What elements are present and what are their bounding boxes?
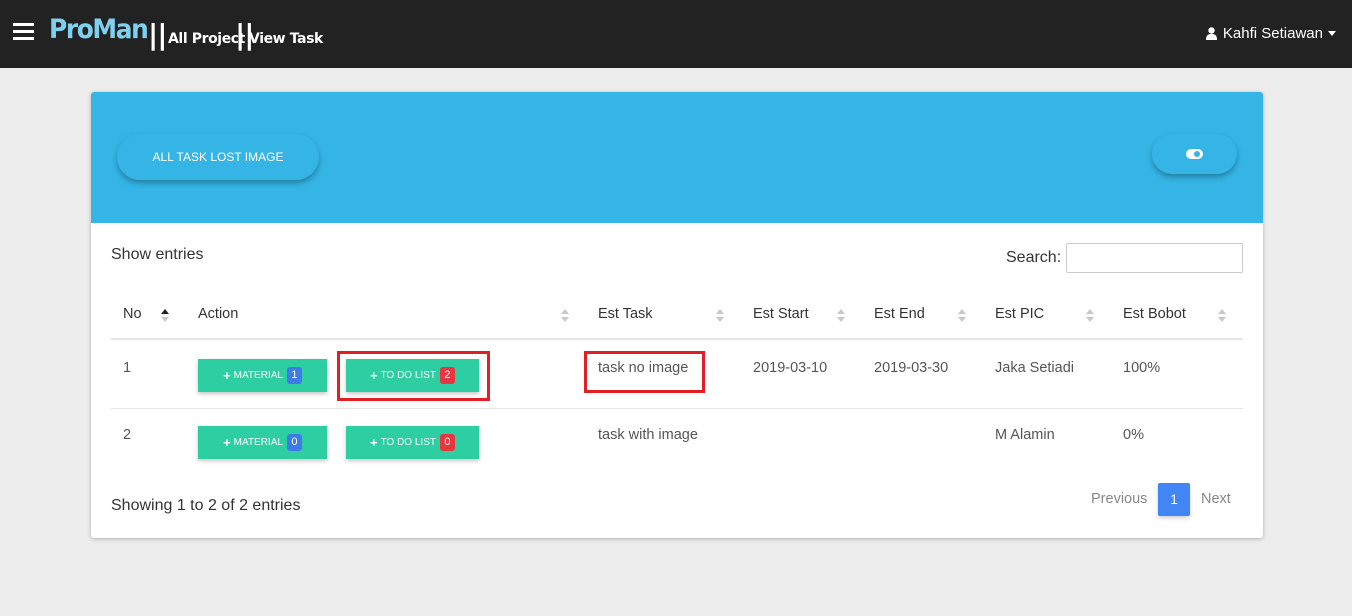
hamburger-menu-icon[interactable] bbox=[13, 23, 34, 43]
task-card: ALL TASK LOST IMAGE Show entries Search:… bbox=[91, 92, 1263, 538]
show-entries-label: Show entries bbox=[111, 246, 204, 263]
brand-logo[interactable]: ProMan bbox=[49, 14, 149, 45]
column-header-action[interactable]: Action bbox=[198, 306, 238, 322]
material-label: MATERIAL bbox=[233, 370, 283, 381]
search-input[interactable] bbox=[1066, 243, 1243, 273]
column-header-est-task[interactable]: Est Task bbox=[598, 306, 653, 322]
cell-no: 2 bbox=[123, 427, 132, 443]
header-divider bbox=[111, 338, 1243, 340]
material-count-badge: 0 bbox=[286, 434, 302, 451]
cell-est-end: 2019-03-30 bbox=[874, 360, 949, 376]
todo-list-label: TO DO LIST bbox=[380, 437, 436, 448]
toggle-on-icon bbox=[1186, 149, 1203, 159]
column-header-no[interactable]: No bbox=[123, 306, 142, 322]
sort-asc-icon[interactable] bbox=[161, 309, 170, 322]
plus-icon: + bbox=[223, 435, 231, 450]
breadcrumb-all-project[interactable]: All Project bbox=[168, 31, 245, 47]
row-divider bbox=[111, 408, 1243, 409]
toggle-button[interactable] bbox=[1152, 134, 1237, 174]
search-label: Search: bbox=[1006, 249, 1062, 266]
column-header-est-bobot[interactable]: Est Bobot bbox=[1123, 306, 1186, 322]
cell-est-bobot: 100% bbox=[1123, 360, 1161, 376]
user-name: Kahfi Setiawan bbox=[1222, 25, 1323, 42]
breadcrumb-view-task[interactable]: View Task bbox=[249, 31, 323, 47]
sort-icon[interactable] bbox=[1218, 309, 1227, 322]
column-header-est-pic[interactable]: Est PIC bbox=[995, 306, 1044, 322]
cell-est-pic: Jaka Setiadi bbox=[995, 360, 1074, 376]
user-icon bbox=[1205, 27, 1217, 40]
material-count-badge: 1 bbox=[286, 367, 302, 384]
pagination-next[interactable]: Next bbox=[1201, 491, 1231, 507]
column-header-est-start[interactable]: Est Start bbox=[753, 306, 809, 322]
pagination-page-1[interactable]: 1 bbox=[1158, 483, 1190, 516]
card-header: ALL TASK LOST IMAGE bbox=[91, 92, 1263, 223]
entries-info: Showing 1 to 2 of 2 entries bbox=[111, 497, 301, 514]
caret-down-icon bbox=[1328, 31, 1336, 36]
sort-icon[interactable] bbox=[958, 309, 967, 322]
column-header-est-end[interactable]: Est End bbox=[874, 306, 925, 322]
cell-est-bobot: 0% bbox=[1123, 427, 1144, 443]
user-menu[interactable]: Kahfi Setiawan bbox=[1205, 25, 1336, 42]
todo-count-badge: 0 bbox=[439, 434, 455, 451]
all-task-lost-image-button[interactable]: ALL TASK LOST IMAGE bbox=[117, 134, 319, 180]
plus-icon: + bbox=[370, 435, 378, 450]
top-navbar: ProMan || All Project || View Task Kahfi… bbox=[0, 0, 1352, 68]
sort-icon[interactable] bbox=[716, 309, 725, 322]
cell-no: 1 bbox=[123, 360, 132, 376]
breadcrumb-separator: || bbox=[148, 18, 167, 51]
sort-icon[interactable] bbox=[1086, 309, 1095, 322]
todo-list-button[interactable]: + TO DO LIST 0 bbox=[346, 426, 479, 459]
plus-icon: + bbox=[223, 368, 231, 383]
cell-est-start: 2019-03-10 bbox=[753, 360, 828, 376]
material-label: MATERIAL bbox=[233, 437, 283, 448]
sort-icon[interactable] bbox=[837, 309, 846, 322]
highlight-box bbox=[584, 351, 705, 393]
material-button[interactable]: + MATERIAL 0 bbox=[198, 426, 327, 459]
pagination-previous[interactable]: Previous bbox=[1091, 491, 1147, 507]
cell-est-pic: M Alamin bbox=[995, 427, 1055, 443]
cell-est-task: task with image bbox=[598, 427, 698, 443]
sort-icon[interactable] bbox=[561, 309, 570, 322]
highlight-box bbox=[337, 351, 490, 401]
material-button[interactable]: + MATERIAL 1 bbox=[198, 359, 327, 392]
